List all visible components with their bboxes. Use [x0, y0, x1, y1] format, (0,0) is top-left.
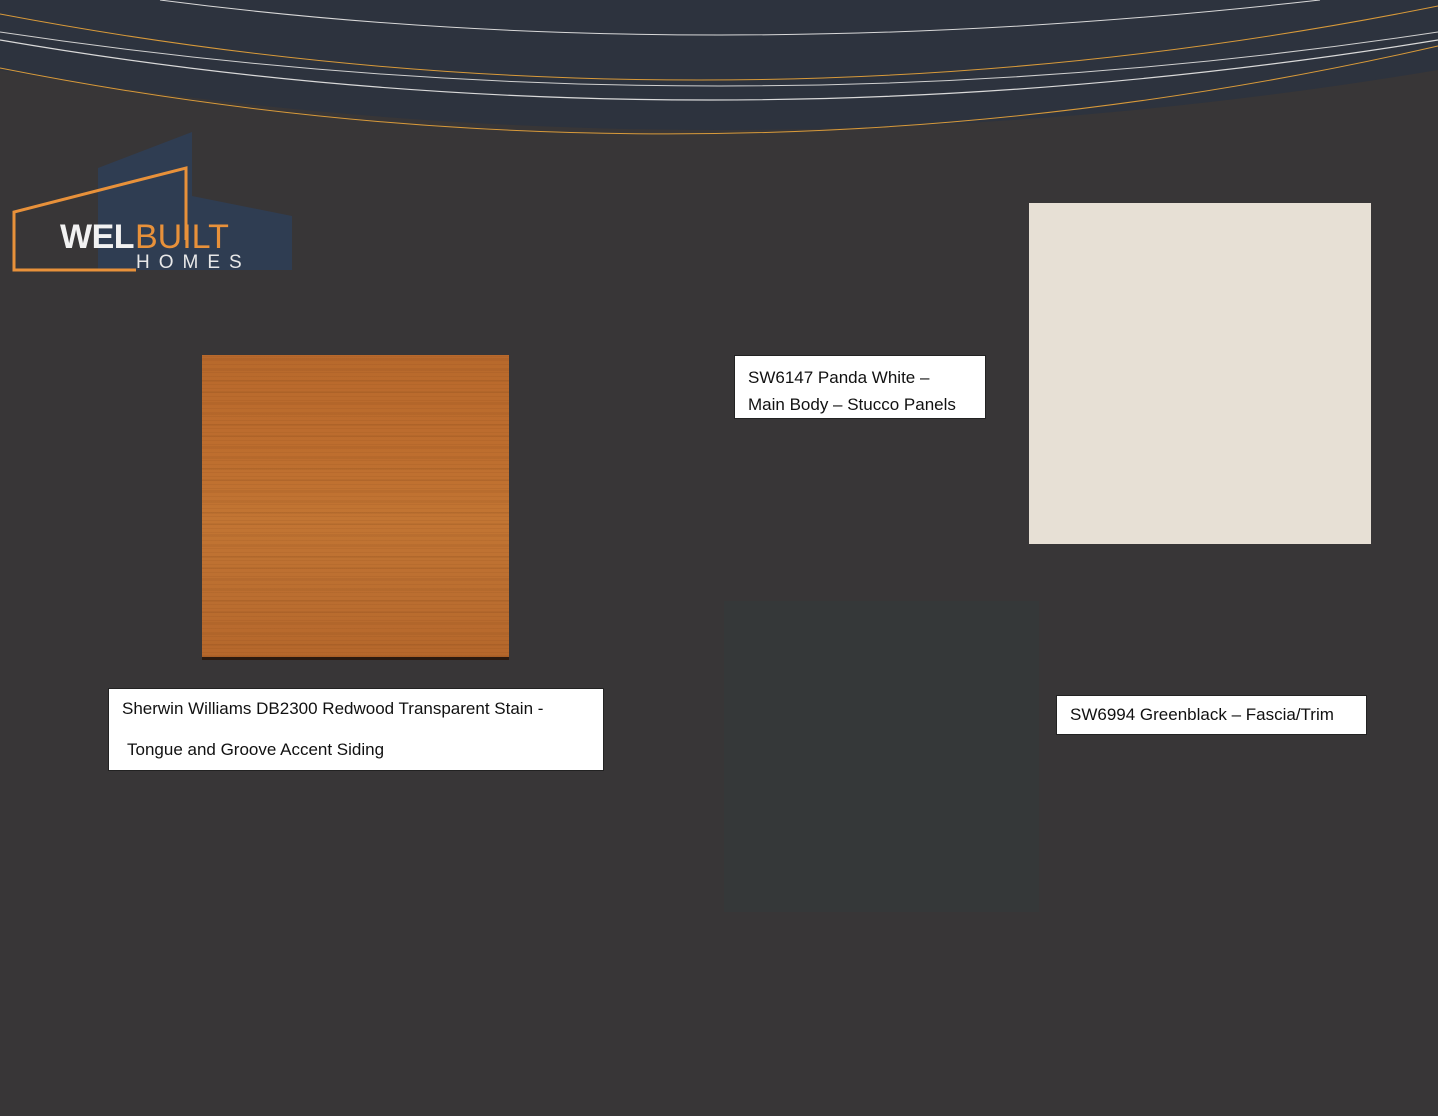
redwood-stain-swatch — [202, 355, 509, 660]
color-board-page: WEL BUILT HOMES Sherwin Williams DB2300 … — [0, 0, 1438, 1116]
redwood-label-line1: Sherwin Williams DB2300 Redwood Transpar… — [122, 699, 544, 718]
logo-homes-text: HOMES — [136, 252, 251, 273]
panda-label-line1: SW6147 Panda White – — [748, 368, 930, 387]
greenblack-label: SW6994 Greenblack – Fascia/Trim — [1056, 695, 1367, 735]
panda-white-label: SW6147 Panda White – Main Body – Stucco … — [734, 355, 986, 419]
logo-wel-text: WEL — [60, 218, 135, 256]
panda-label-line2: Main Body – Stucco Panels — [748, 395, 956, 414]
redwood-stain-label: Sherwin Williams DB2300 Redwood Transpar… — [108, 688, 604, 771]
redwood-label-line2: Tongue and Groove Accent Siding — [127, 740, 385, 759]
greenblack-swatch — [724, 601, 1039, 912]
welbuilt-homes-logo: WEL BUILT HOMES — [10, 130, 300, 275]
panda-white-swatch — [1029, 203, 1371, 544]
